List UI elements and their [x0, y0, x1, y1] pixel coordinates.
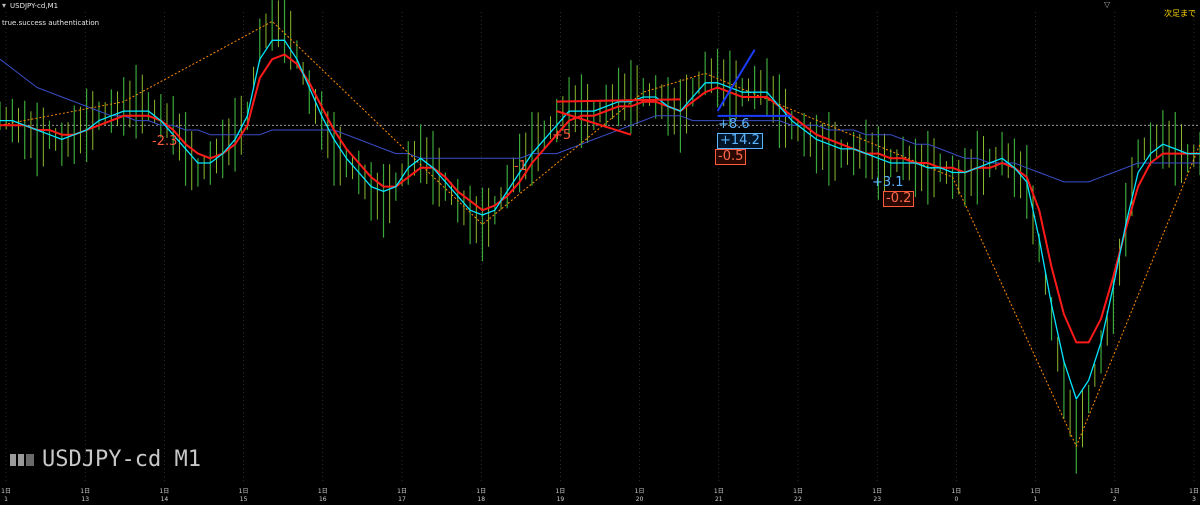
x-tick-num: 21: [715, 496, 723, 503]
x-tick-day: 1日: [1, 488, 11, 495]
x-tick-label: 1日1: [1031, 488, 1041, 503]
x-tick-label: 1日0: [951, 488, 961, 503]
x-tick-day: 1日: [476, 488, 486, 495]
chart-grid: [0, 12, 1200, 484]
x-tick-num: 23: [873, 496, 881, 503]
trade-annotation: +8.6: [718, 117, 750, 132]
chart-window-title[interactable]: USDJPY-cd,M1: [2, 1, 58, 10]
x-tick-label: 1日13: [80, 488, 90, 503]
x-tick-num: 1: [1034, 496, 1038, 503]
trade-annotation: +3.1: [872, 175, 904, 190]
x-tick-num: 20: [636, 496, 644, 503]
x-tick-day: 1日: [80, 488, 90, 495]
x-tick-num: 13: [81, 496, 89, 503]
trade-annotation: -0.5: [715, 149, 747, 165]
x-tick-day: 1日: [793, 488, 803, 495]
trade-annotation: +14.2: [717, 133, 763, 149]
symbol-watermark: USDJPY-cd M1: [10, 447, 201, 472]
chart-series: [0, 0, 1200, 474]
x-tick-num: 0: [954, 496, 958, 503]
x-tick-label: 1日18: [476, 488, 486, 503]
x-tick-day: 1日: [635, 488, 645, 495]
x-tick-num: 22: [794, 496, 802, 503]
x-tick-day: 1日: [1110, 488, 1120, 495]
x-tick-day: 1日: [397, 488, 407, 495]
scroll-marker-icon: ▽: [1104, 0, 1111, 9]
x-tick-num: 2: [1113, 496, 1117, 503]
x-tick-label: 1日15: [239, 488, 249, 503]
x-tick-label: 1日3: [1189, 488, 1199, 503]
x-tick-day: 1日: [1031, 488, 1041, 495]
x-tick-day: 1日: [555, 488, 565, 495]
x-tick-label: 1日22: [793, 488, 803, 503]
next-bar-label: 次足まで: [1164, 9, 1196, 18]
trade-annotation: -2.3: [152, 134, 178, 149]
x-tick-num: 1: [4, 496, 8, 503]
x-tick-day: 1日: [318, 488, 328, 495]
price-chart[interactable]: 1日11日131日141日151日161日171日181日191日201日211…: [0, 0, 1200, 505]
x-tick-day: 1日: [1189, 488, 1199, 495]
auth-status-text: true.success authentication: [2, 19, 100, 27]
x-tick-day: 1日: [159, 488, 169, 495]
x-tick-num: 15: [240, 496, 248, 503]
x-tick-num: 17: [398, 496, 406, 503]
x-tick-label: 1日23: [872, 488, 882, 503]
chart-logo-icon: [10, 453, 34, 466]
trade-annotation: -0.2: [883, 191, 915, 207]
x-tick-day: 1日: [951, 488, 961, 495]
x-tick-num: 3: [1192, 496, 1196, 503]
x-tick-label: 1日1: [1, 488, 11, 503]
x-tick-day: 1日: [714, 488, 724, 495]
x-tick-num: 16: [319, 496, 327, 503]
fast-ma-line: [0, 39, 1200, 400]
trade-annotation: -1: [514, 159, 527, 174]
x-tick-label: 1日16: [318, 488, 328, 503]
x-tick-num: 18: [477, 496, 485, 503]
x-tick-label: 1日19: [555, 488, 565, 503]
x-tick-label: 1日14: [159, 488, 169, 503]
zigzag-line: [0, 20, 1200, 447]
x-tick-label: 1日20: [635, 488, 645, 503]
watermark-text: USDJPY-cd M1: [42, 447, 201, 472]
x-tick-num: 19: [557, 496, 565, 503]
trade-annotation: +5: [552, 128, 572, 143]
x-tick-day: 1日: [239, 488, 249, 495]
slow-ma-line: [0, 53, 1200, 344]
x-tick-day: 1日: [872, 488, 882, 495]
x-tick-label: 1日2: [1110, 488, 1120, 503]
x-tick-num: 14: [161, 496, 169, 503]
x-axis: 1日11日131日141日151日161日171日181日191日201日211…: [1, 488, 1199, 503]
x-tick-label: 1日17: [397, 488, 407, 503]
x-tick-label: 1日21: [714, 488, 724, 503]
